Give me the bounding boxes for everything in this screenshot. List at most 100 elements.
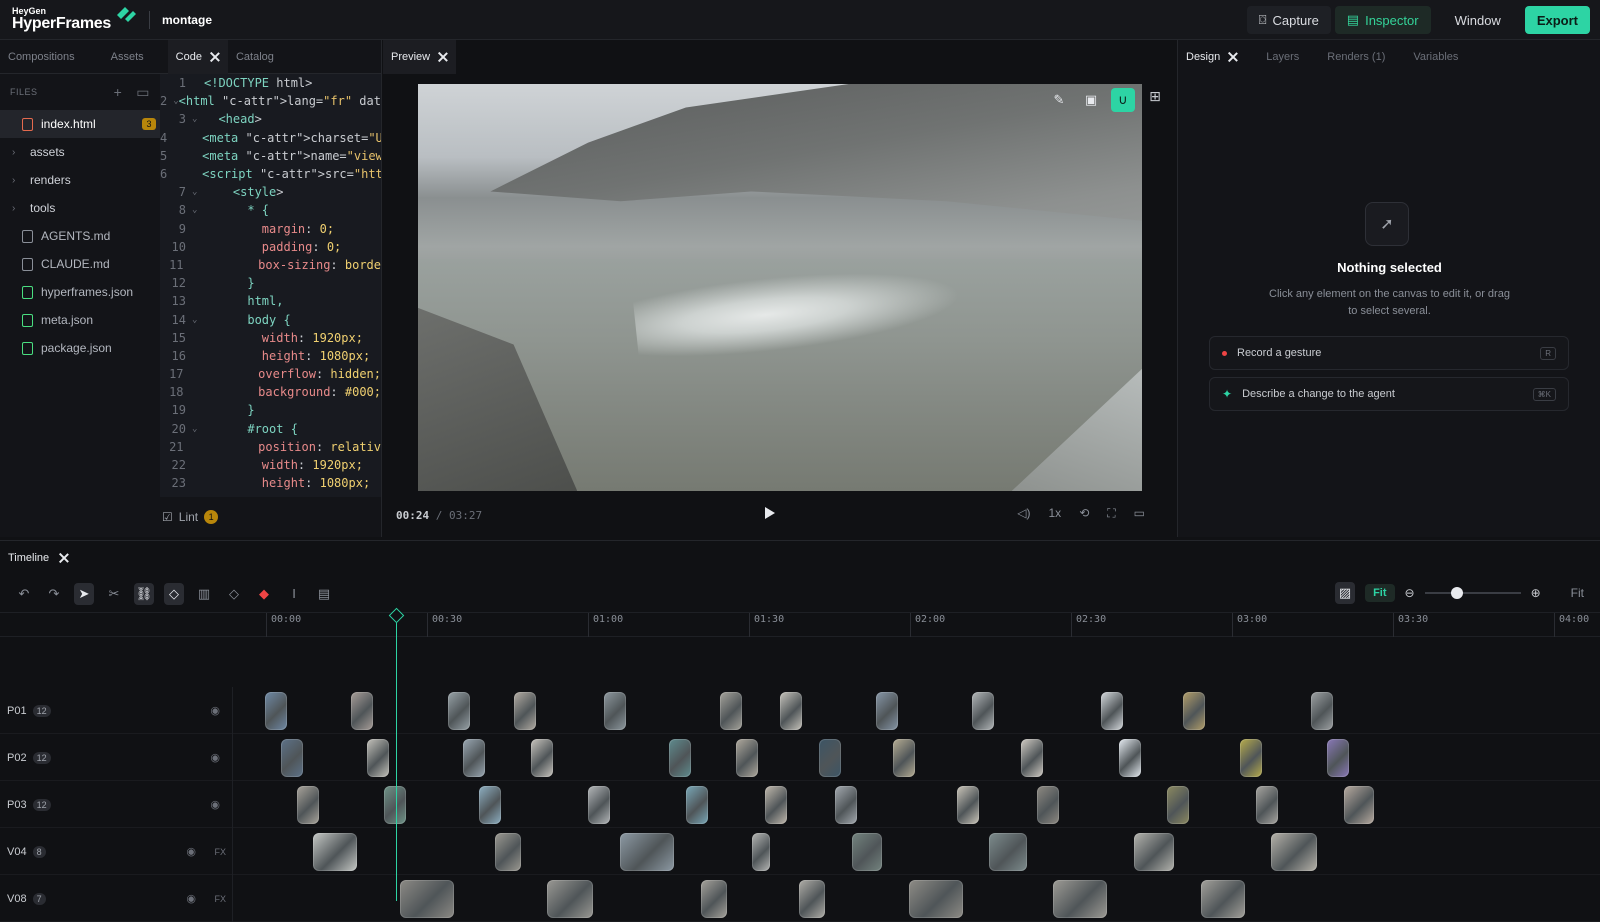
fullscreen-icon[interactable]: ⛶ bbox=[1107, 506, 1115, 521]
timeline-clip[interactable] bbox=[835, 786, 857, 824]
code-line[interactable]: 6 <script "c-attr">src="https:// bbox=[160, 165, 381, 183]
fx-toggle[interactable]: FX bbox=[214, 847, 226, 857]
code-line[interactable]: 9 margin: 0; bbox=[160, 220, 381, 238]
track-label[interactable]: P01 12 ◉ bbox=[0, 687, 233, 734]
timeline-clip[interactable] bbox=[265, 692, 287, 730]
frame-icon[interactable]: ▣ bbox=[1079, 88, 1103, 112]
file-agents-md[interactable]: AGENTS.md bbox=[0, 222, 160, 250]
code-line[interactable]: 23 height: 1080px; bbox=[160, 474, 381, 492]
fit-button[interactable]: Fit bbox=[1365, 584, 1395, 602]
code-line[interactable]: 22 width: 1920px; bbox=[160, 456, 381, 474]
ruler-icon[interactable]: ✎ bbox=[1047, 88, 1071, 112]
timeline-clip[interactable] bbox=[351, 692, 373, 730]
levels-icon[interactable]: ▥ bbox=[194, 583, 214, 605]
timeline-clip[interactable] bbox=[780, 692, 802, 730]
timeline-clip[interactable] bbox=[463, 739, 485, 777]
fold-chevron-icon[interactable]: ⌄ bbox=[192, 315, 204, 325]
timeline-clip[interactable] bbox=[313, 833, 357, 871]
code-line[interactable]: 13 html, bbox=[160, 292, 381, 310]
code-line[interactable]: 2⌄<html "c-attr">lang="fr" data-reso bbox=[160, 92, 381, 110]
add-file-icon[interactable]: + bbox=[114, 84, 123, 101]
fold-chevron-icon[interactable]: ⌄ bbox=[192, 424, 204, 434]
timeline-clip[interactable] bbox=[876, 692, 898, 730]
file-claude-md[interactable]: CLAUDE.md bbox=[0, 250, 160, 278]
preview-canvas[interactable] bbox=[418, 84, 1142, 491]
lint-status[interactable]: ☑ Lint 1 bbox=[160, 497, 381, 537]
timeline-clip[interactable] bbox=[620, 833, 674, 871]
timeline-clip[interactable] bbox=[367, 739, 389, 777]
zoom-slider-knob[interactable] bbox=[1450, 587, 1463, 599]
timeline-clip[interactable] bbox=[972, 692, 994, 730]
timeline-clip[interactable] bbox=[1101, 692, 1123, 730]
keyframe-icon[interactable]: ◇ bbox=[224, 583, 244, 605]
timeline-clip[interactable] bbox=[989, 833, 1027, 871]
timeline-track[interactable]: P02 12 ◉ bbox=[0, 734, 1600, 781]
code-line[interactable]: 8 ⌄ * { bbox=[160, 201, 381, 219]
timeline-clip[interactable] bbox=[1311, 692, 1333, 730]
track-label[interactable]: P03 12 ◉ bbox=[0, 781, 233, 828]
code-line[interactable]: 18 background: #000; bbox=[160, 383, 381, 401]
timeline-clip[interactable] bbox=[1271, 833, 1317, 871]
code-line[interactable]: 10 padding: 0; bbox=[160, 238, 381, 256]
inspector-button[interactable]: ▤ Inspector bbox=[1334, 6, 1431, 34]
track-label[interactable]: V08 7 ◉ FX bbox=[0, 875, 233, 922]
folder-assets[interactable]: › assets bbox=[0, 138, 160, 166]
eye-icon[interactable]: ◉ bbox=[210, 798, 220, 811]
code-line[interactable]: 5 <meta "c-attr">name="viewport" bbox=[160, 147, 381, 165]
layers-stack-icon[interactable]: ▤ bbox=[314, 583, 334, 605]
timeline-track[interactable]: V04 8 ◉ FX bbox=[0, 828, 1600, 875]
timeline-clip[interactable] bbox=[736, 739, 758, 777]
code-line[interactable]: 19 } bbox=[160, 401, 381, 419]
timeline-clip[interactable] bbox=[297, 786, 319, 824]
code-line[interactable]: 4 <meta "c-attr">charset="UTF-8" bbox=[160, 129, 381, 147]
timeline-clip[interactable] bbox=[701, 880, 727, 918]
code-line[interactable]: 14 ⌄ body { bbox=[160, 310, 381, 328]
text-cursor-icon[interactable]: I bbox=[284, 583, 304, 605]
timeline-clip[interactable] bbox=[893, 739, 915, 777]
timeline-clip[interactable] bbox=[384, 786, 406, 824]
tab-timeline[interactable]: Timeline bbox=[0, 541, 1600, 575]
timeline-clip[interactable] bbox=[479, 786, 501, 824]
eye-icon[interactable]: ◉ bbox=[186, 892, 196, 905]
code-line[interactable]: 3 ⌄ <head> bbox=[160, 110, 381, 128]
link-icon[interactable]: ⛓ bbox=[134, 582, 154, 605]
timeline-clip[interactable] bbox=[765, 786, 787, 824]
timeline-clip[interactable] bbox=[1240, 739, 1262, 777]
fit-label[interactable]: Fit bbox=[1571, 586, 1584, 600]
timeline-clip[interactable] bbox=[1053, 880, 1107, 918]
tab-preview[interactable]: Preview bbox=[383, 40, 457, 74]
timeline-clip[interactable] bbox=[1134, 833, 1174, 871]
timeline-clip[interactable] bbox=[1119, 739, 1141, 777]
code-editor[interactable]: 1 <!DOCTYPE html> 2 ⌄ <html "c-attr">lang="f… bbox=[160, 74, 381, 497]
export-button[interactable]: Export bbox=[1524, 6, 1590, 34]
track-label[interactable]: P02 12 ◉ bbox=[0, 734, 233, 781]
code-line[interactable]: 17 overflow: hidden; bbox=[160, 365, 381, 383]
timeline-clip[interactable] bbox=[448, 692, 470, 730]
eye-icon[interactable]: ◉ bbox=[210, 704, 220, 717]
timeline-track[interactable]: V08 7 ◉ FX bbox=[0, 875, 1600, 922]
add-folder-icon[interactable]: ▭ bbox=[136, 84, 150, 101]
thumbnail-icon[interactable]: ▨ bbox=[1335, 582, 1356, 604]
zoom-out-icon[interactable]: ⊖ bbox=[1405, 586, 1415, 600]
eye-icon[interactable]: ◉ bbox=[186, 845, 196, 858]
timeline-clip[interactable] bbox=[819, 739, 841, 777]
folder-tools[interactable]: › tools bbox=[0, 194, 160, 222]
fx-toggle[interactable]: FX bbox=[214, 894, 226, 904]
undo-icon[interactable]: ↶ bbox=[14, 583, 34, 605]
scissors-icon[interactable]: ✂ bbox=[104, 583, 124, 605]
code-line[interactable]: 21 position: relativ bbox=[160, 438, 381, 456]
timeline-clip[interactable] bbox=[686, 786, 708, 824]
folder-renders[interactable]: › renders bbox=[0, 166, 160, 194]
code-line[interactable]: 1 <!DOCTYPE html> bbox=[160, 74, 381, 92]
file-hyperframes-json[interactable]: hyperframes.json bbox=[0, 278, 160, 306]
zoom-in-icon[interactable]: ⊕ bbox=[1531, 586, 1541, 600]
timeline-clip[interactable] bbox=[604, 692, 626, 730]
fold-chevron-icon[interactable]: ⌄ bbox=[192, 114, 204, 124]
play-icon[interactable] bbox=[765, 507, 775, 519]
volume-icon[interactable]: ◁) bbox=[1017, 506, 1030, 521]
timeline-clip[interactable] bbox=[720, 692, 742, 730]
describe-change-button[interactable]: ✦ Describe a change to the agent ⌘K bbox=[1209, 377, 1569, 411]
timeline-clip[interactable] bbox=[752, 833, 770, 871]
timeline-clip[interactable] bbox=[588, 786, 610, 824]
timeline-clip[interactable] bbox=[531, 739, 553, 777]
